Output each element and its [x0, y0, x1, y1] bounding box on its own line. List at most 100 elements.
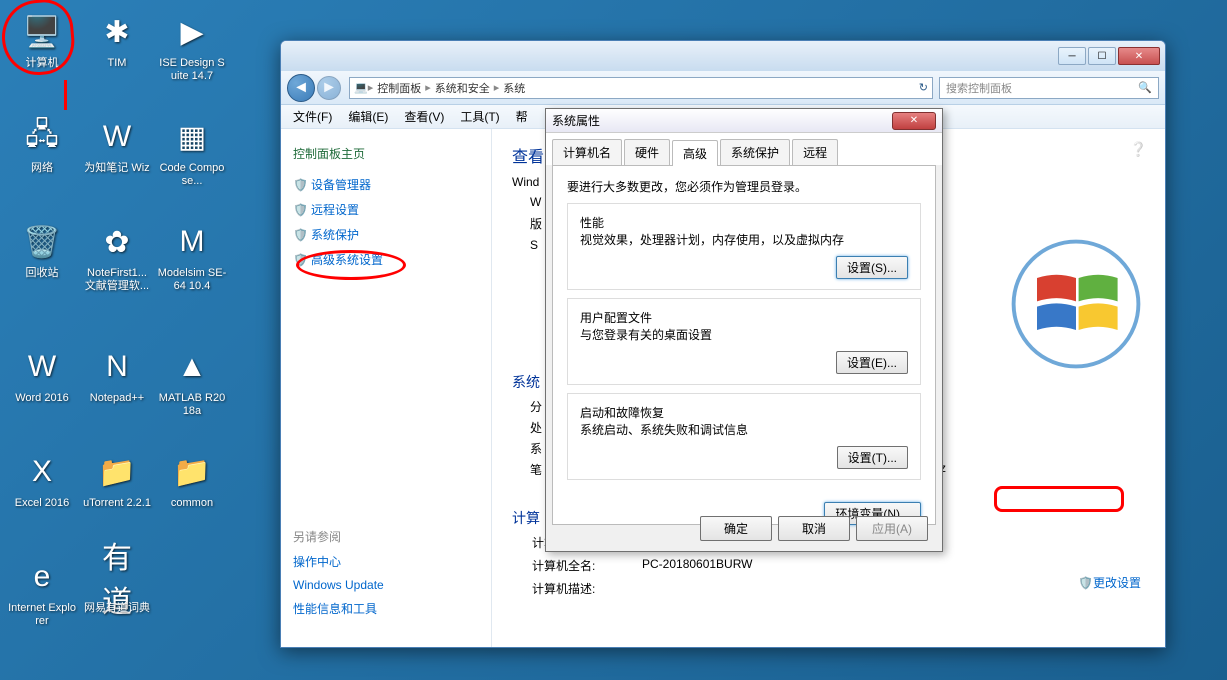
sidebar-advanced-system[interactable]: 🛡️高级系统设置 — [293, 251, 479, 268]
sidebar-perf-info[interactable]: 性能信息和工具 — [293, 600, 479, 617]
profile-group: 用户配置文件 与您登录有关的桌面设置 设置(E)... — [567, 298, 921, 385]
startup-settings-button[interactable]: 设置(T)... — [837, 446, 908, 469]
tab-hardware[interactable]: 硬件 — [624, 139, 670, 165]
see-also-label: 另请参阅 — [293, 528, 479, 545]
menu-tools[interactable]: 工具(T) — [452, 108, 507, 125]
full-name-label: 计算机全名: — [532, 557, 642, 574]
menu-file[interactable]: 文件(F) — [285, 108, 340, 125]
system-properties-dialog: 系统属性 ✕ 计算机名 硬件 高级 系统保护 远程 要进行大多数更改，您必须作为… — [545, 108, 943, 552]
desktop-icon-glyph: ▲ — [170, 345, 214, 389]
desktop-icon-2[interactable]: ▶ISE Design Suite 14.7 — [157, 10, 227, 83]
shield-icon: 🛡️ — [293, 203, 307, 217]
desktop-icon-glyph: e — [20, 555, 64, 599]
profile-settings-button[interactable]: 设置(E)... — [836, 351, 908, 374]
tab-system-protection[interactable]: 系统保护 — [720, 139, 790, 165]
advanced-panel: 要进行大多数更改，您必须作为管理员登录。 性能 视觉效果，处理器计划，内存使用，… — [552, 165, 936, 525]
sidebar-action-center[interactable]: 操作中心 — [293, 553, 479, 570]
addressbar[interactable]: 💻 ▸ 控制面板 ▸ 系统和安全 ▸ 系统 ↻ — [349, 77, 933, 99]
desktop-icon-6[interactable]: 🗑️回收站 — [7, 220, 77, 280]
tab-computer-name[interactable]: 计算机名 — [552, 139, 622, 165]
searchbox[interactable]: 搜索控制面板 🔍 — [939, 77, 1159, 99]
profile-desc: 与您登录有关的桌面设置 — [580, 326, 908, 343]
desktop-icon-label: 计算机 — [7, 57, 77, 70]
startup-desc: 系统启动、系统失败和调试信息 — [580, 421, 908, 438]
search-placeholder: 搜索控制面板 — [946, 80, 1012, 96]
desktop-icon-label: MATLAB R2018a — [157, 392, 227, 418]
refresh-icon[interactable]: ↻ — [919, 81, 928, 94]
full-name-value: PC-20180601BURW — [642, 557, 753, 574]
close-button[interactable]: ✕ — [1118, 47, 1160, 65]
maximize-button[interactable]: ☐ — [1088, 47, 1116, 65]
addressbar-icon: 💻 — [354, 81, 368, 94]
desktop-icon-glyph: M — [170, 220, 214, 264]
desktop-icon-glyph: 📁 — [170, 450, 214, 494]
dialog-titlebar: 系统属性 ✕ — [546, 109, 942, 133]
performance-settings-button[interactable]: 设置(S)... — [836, 256, 908, 279]
shield-icon: 🛡️ — [293, 253, 307, 267]
desktop-icon-glyph: W — [95, 115, 139, 159]
shield-icon: 🛡️ — [293, 228, 307, 242]
nav-back-button[interactable]: ◄ — [287, 74, 315, 102]
dialog-title: 系统属性 — [552, 112, 600, 129]
desktop-icon-glyph: X — [20, 450, 64, 494]
minimize-button[interactable]: ─ — [1058, 47, 1086, 65]
desktop-icon-7[interactable]: ✿NoteFirst1...文献管理软... — [82, 220, 152, 293]
apply-button[interactable]: 应用(A) — [856, 516, 928, 541]
startup-group: 启动和故障恢复 系统启动、系统失败和调试信息 设置(T)... — [567, 393, 921, 480]
desktop-icon-14[interactable]: 📁common — [157, 450, 227, 510]
performance-title: 性能 — [580, 214, 908, 231]
dialog-tabs: 计算机名 硬件 高级 系统保护 远程 — [546, 133, 942, 165]
crumb-system[interactable]: 系统 — [499, 80, 529, 96]
sidebar-windows-update[interactable]: Windows Update — [293, 578, 479, 592]
desktop-icon-glyph: ✱ — [95, 10, 139, 54]
desktop-icon-label: Notepad++ — [82, 392, 152, 405]
desktop-icon-16[interactable]: 有道网易有道词典 — [82, 555, 152, 615]
search-icon[interactable]: 🔍 — [1138, 81, 1152, 94]
help-icon[interactable]: ❔ — [1130, 141, 1147, 158]
desktop-icon-glyph: ▶ — [170, 10, 214, 54]
cancel-button[interactable]: 取消 — [778, 516, 850, 541]
dialog-close-button[interactable]: ✕ — [892, 112, 936, 130]
desktop-icon-label: Modelsim SE-64 10.4 — [157, 267, 227, 293]
desktop-icon-label: Excel 2016 — [7, 497, 77, 510]
sidebar-home[interactable]: 控制面板主页 — [293, 145, 479, 162]
desktop-icon-glyph: ▦ — [170, 115, 214, 159]
crumb-control-panel[interactable]: 控制面板 — [373, 80, 425, 96]
nav-forward-button[interactable]: ► — [317, 76, 341, 100]
desktop-icon-glyph: 🖥️ — [20, 10, 64, 54]
navbar: ◄ ► 💻 ▸ 控制面板 ▸ 系统和安全 ▸ 系统 ↻ 搜索控制面板 🔍 — [281, 71, 1165, 105]
desktop-icon-glyph: N — [95, 345, 139, 389]
desktop-icon-5[interactable]: ▦Code Compose... — [157, 115, 227, 188]
tab-remote[interactable]: 远程 — [792, 139, 838, 165]
desktop-icon-0[interactable]: 🖥️ 计算机 — [7, 10, 77, 70]
menu-edit[interactable]: 编辑(E) — [340, 108, 396, 125]
desktop-icon-4[interactable]: W为知笔记 Wiz — [82, 115, 152, 175]
menu-help[interactable]: 帮 — [508, 108, 536, 125]
desktop-icon-13[interactable]: 📁uTorrent 2.2.1 — [82, 450, 152, 510]
desktop-icon-1[interactable]: ✱ TIM — [82, 10, 152, 70]
windows-logo — [1011, 239, 1141, 369]
sidebar-system-protection[interactable]: 🛡️系统保护 — [293, 226, 479, 243]
sidebar-device-manager[interactable]: 🛡️设备管理器 — [293, 176, 479, 193]
menu-view[interactable]: 查看(V) — [396, 108, 452, 125]
shield-icon: 🛡️ — [293, 178, 307, 192]
desktop-icon-11[interactable]: ▲ MATLAB R2018a — [157, 345, 227, 418]
profile-title: 用户配置文件 — [580, 309, 908, 326]
admin-note: 要进行大多数更改，您必须作为管理员登录。 — [567, 178, 921, 195]
crumb-system-security[interactable]: 系统和安全 — [431, 80, 494, 96]
sidebar: 控制面板主页 🛡️设备管理器 🛡️远程设置 🛡️系统保护 🛡️高级系统设置 另请… — [281, 129, 491, 647]
desktop-icon-9[interactable]: WWord 2016 — [7, 345, 77, 405]
desktop-icon-label: uTorrent 2.2.1 — [82, 497, 152, 510]
change-settings-link[interactable]: 🛡️ 更改设置 — [1078, 574, 1141, 591]
sidebar-remote[interactable]: 🛡️远程设置 — [293, 201, 479, 218]
desktop-icon-label: 网络 — [7, 162, 77, 175]
desktop-icon-8[interactable]: M Modelsim SE-64 10.4 — [157, 220, 227, 293]
desktop-icon-12[interactable]: X Excel 2016 — [7, 450, 77, 510]
ok-button[interactable]: 确定 — [700, 516, 772, 541]
desktop-icon-10[interactable]: N Notepad++ — [82, 345, 152, 405]
desktop-icon-label: NoteFirst1...文献管理软... — [82, 267, 152, 293]
desktop-icon-15[interactable]: eInternet Explorer — [7, 555, 77, 628]
tab-advanced[interactable]: 高级 — [672, 140, 718, 166]
desktop-icon-label: TIM — [82, 57, 152, 70]
desktop-icon-3[interactable]: 🖧网络 — [7, 115, 77, 175]
